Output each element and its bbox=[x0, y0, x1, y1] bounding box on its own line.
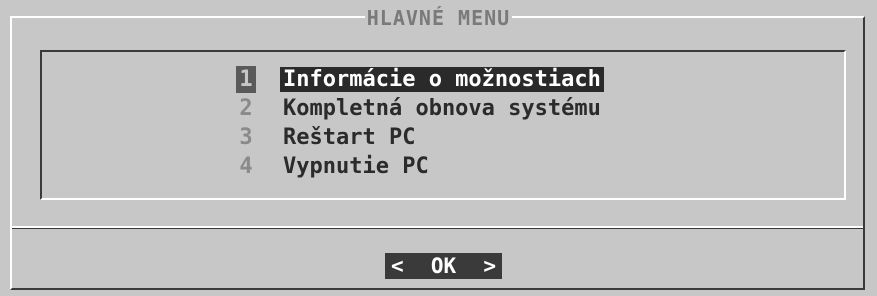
footer-separator bbox=[12, 226, 863, 229]
ok-button-label: OK bbox=[430, 254, 457, 278]
menu-item-restart-pc[interactable]: 3 Reštart PC bbox=[236, 124, 604, 153]
menu-item-label: Reštart PC bbox=[283, 125, 416, 150]
menu-item-label: Vypnutie PC bbox=[283, 154, 429, 179]
dialog-title-text: HLAVNÉ MENU bbox=[364, 6, 513, 30]
menu-list: 1 Informácie o možnostiach 2 Kompletná obn… bbox=[236, 66, 604, 182]
menu-item-number: 1 bbox=[236, 66, 256, 93]
ok-button[interactable]: < OK > bbox=[385, 253, 502, 279]
menu-item-number: 4 bbox=[239, 154, 253, 179]
menu-item-number: 2 bbox=[239, 96, 253, 121]
menu-item-info[interactable]: 1 Informácie o možnostiach bbox=[236, 66, 604, 95]
ok-right-arrow: > bbox=[483, 254, 496, 278]
ok-left-arrow: < bbox=[391, 254, 404, 278]
menu-item-label: Informácie o možnostiach bbox=[280, 67, 604, 92]
main-menu-dialog: HLAVNÉ MENU 1 Informácie o možnostiach 2 K… bbox=[10, 6, 867, 290]
dialog-title: HLAVNÉ MENU bbox=[10, 6, 867, 30]
menu-item-shutdown-pc[interactable]: 4 Vypnutie PC bbox=[236, 153, 604, 182]
menu-item-number: 3 bbox=[239, 125, 253, 150]
menu-item-full-restore[interactable]: 2 Kompletná obnova systému bbox=[236, 95, 604, 124]
menu-item-label: Kompletná obnova systému bbox=[283, 96, 601, 121]
